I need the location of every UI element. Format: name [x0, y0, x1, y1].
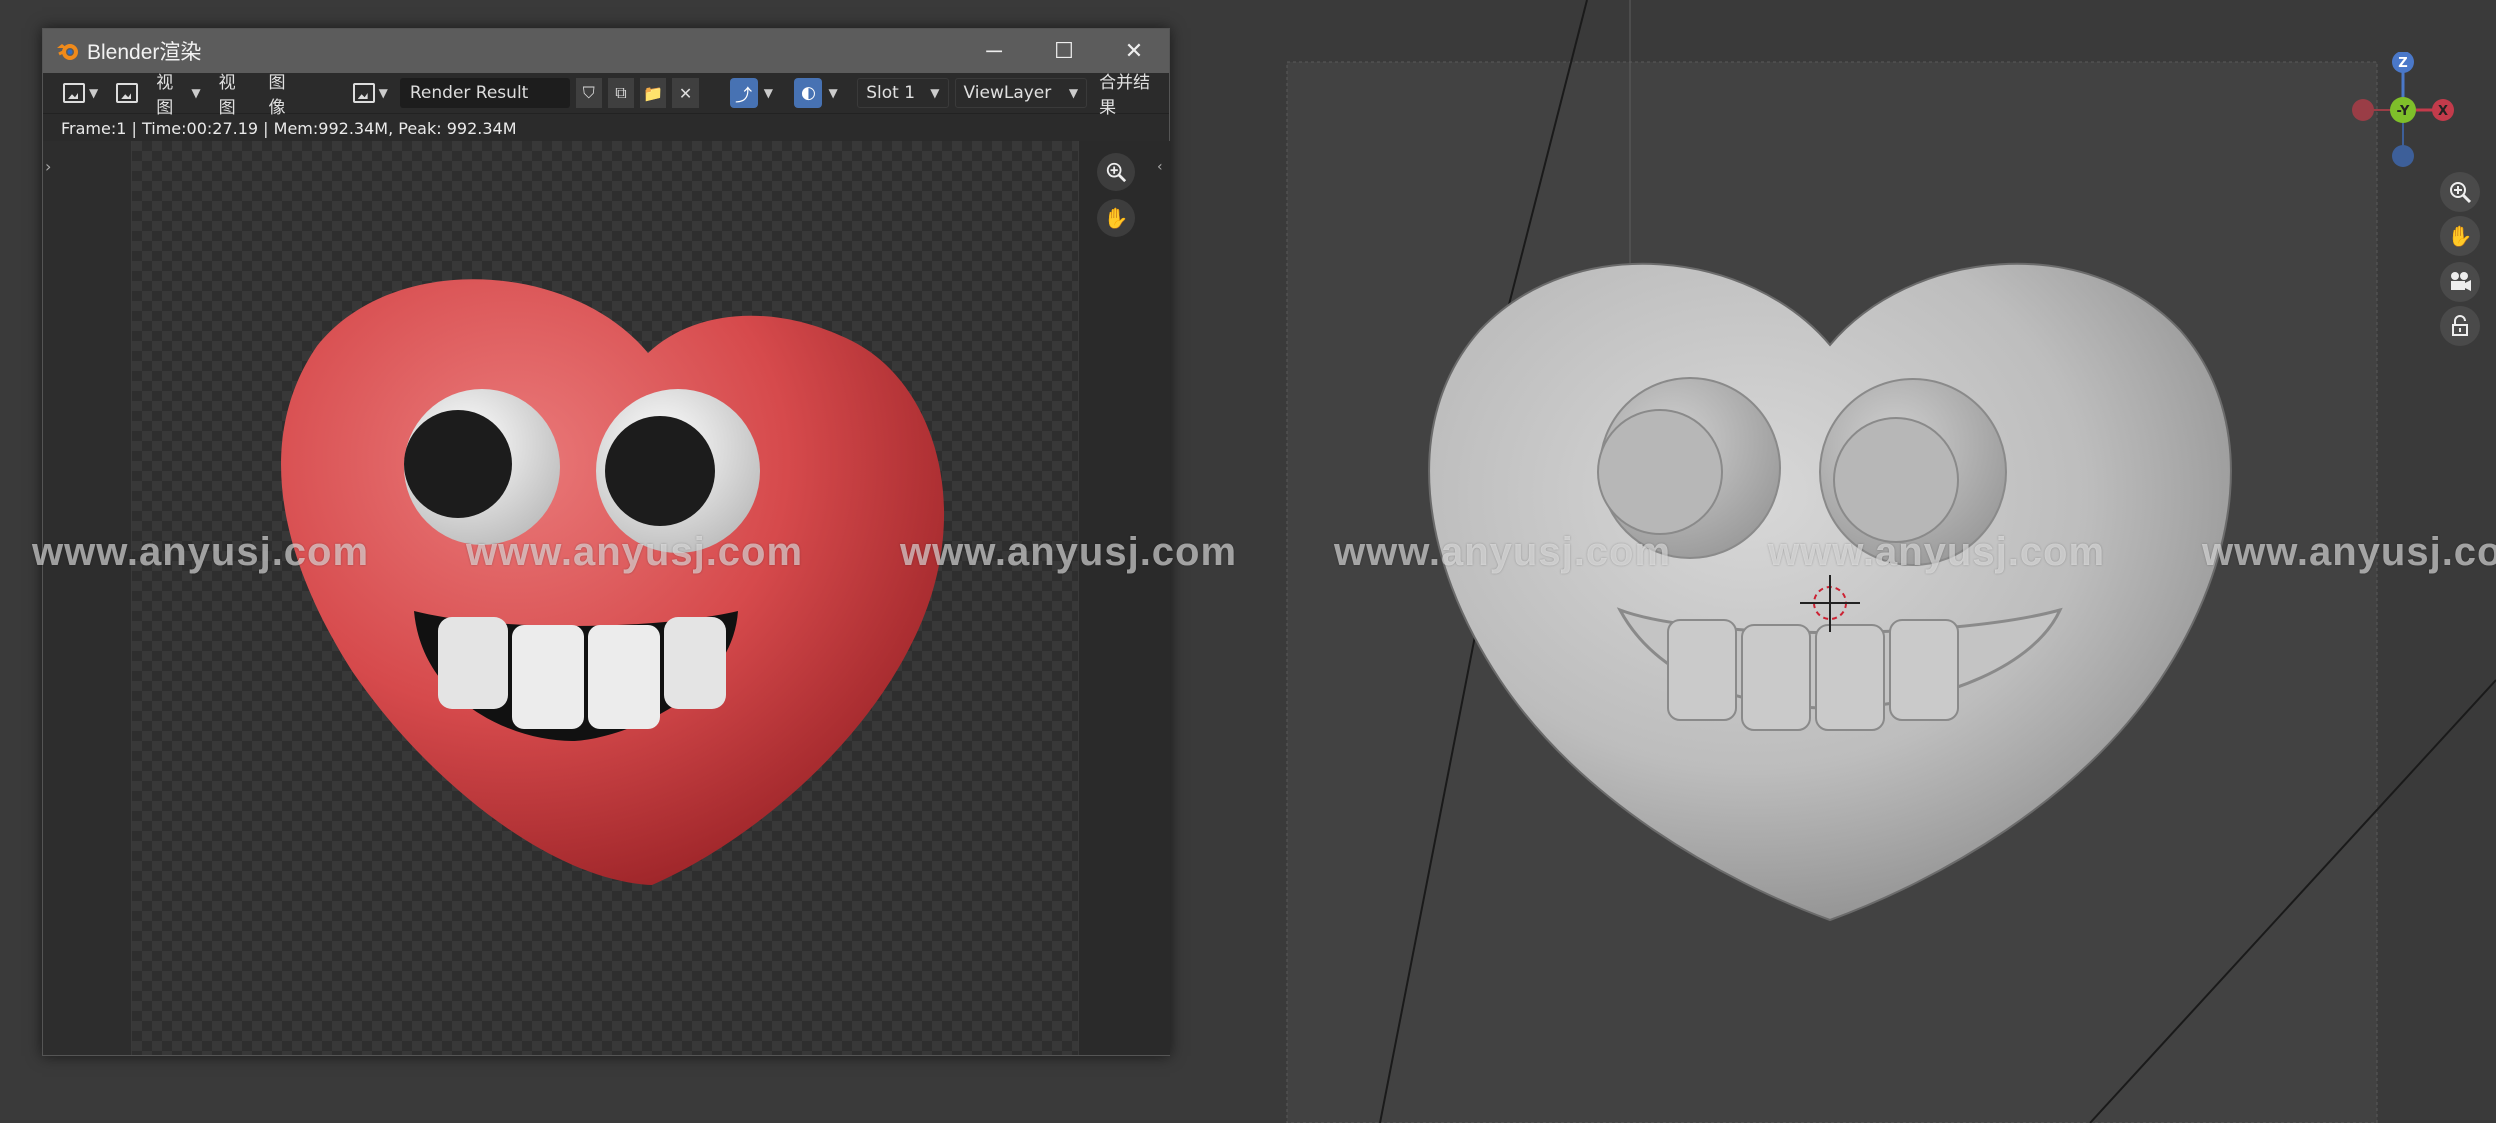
render-image-area[interactable]: › ✋ ‹ [43, 141, 1170, 1055]
zoom-icon[interactable] [2440, 172, 2480, 212]
zoom-icon[interactable] [1097, 153, 1135, 191]
watermark-text: www.anyusj.com [32, 530, 370, 574]
watermark-text: www.anyusj.com [900, 530, 1238, 574]
composite-result-dropdown[interactable]: 合并结果 [1093, 73, 1169, 118]
image-name-field[interactable]: Render Result [399, 78, 570, 108]
chevron-down-icon: ▼ [378, 86, 388, 100]
view-menu-label: 视图 [156, 73, 174, 118]
slot-dropdown[interactable]: Slot 1 ▼ [857, 78, 949, 108]
render-result-image [281, 279, 945, 886]
close-button[interactable]: ✕ [1099, 29, 1169, 73]
composite-label: 合并结果 [1099, 73, 1151, 118]
transparency-checker [132, 141, 1078, 1055]
display-channels-icon[interactable]: ◐ [794, 78, 823, 108]
image-browse-button[interactable]: ▼ [347, 78, 394, 108]
gizmo-x-label: X [2438, 104, 2448, 119]
chevron-down-icon: ▼ [930, 86, 940, 100]
window-titlebar[interactable]: Blender渲染 ─ ☐ ✕ [43, 29, 1169, 73]
watermark-text: www.anyusj.com [1334, 530, 1672, 574]
lock-icon[interactable] [2440, 306, 2480, 346]
hand-pan-icon[interactable]: ✋ [2440, 216, 2480, 256]
maximize-button[interactable]: ☐ [1029, 29, 1099, 73]
image-menu-label: 图像 [268, 73, 286, 118]
folder-icon[interactable]: 📁 [640, 78, 667, 108]
scopes-curve-icon[interactable]: ⤴ [729, 78, 758, 108]
minimize-button[interactable]: ─ [959, 29, 1029, 73]
watermark-text: www.anyusj.com [1768, 530, 2106, 574]
navigation-gizmo[interactable]: Z X -Y [2348, 52, 2458, 182]
chevron-down-icon: ▼ [89, 86, 99, 100]
gizmo-y-label: -Y [2397, 104, 2410, 119]
duplicate-icon[interactable]: ⧉ [607, 78, 635, 108]
window-title: Blender渲染 [87, 41, 202, 64]
chevron-down-icon[interactable]: ▼ [828, 86, 837, 100]
image-menu[interactable]: 图像 [263, 73, 307, 118]
image-browse-icon [352, 83, 375, 103]
view-mode-icon [116, 83, 139, 103]
chevron-down-icon: ▼ [1068, 86, 1079, 100]
watermark-text: www.anyusj.com [466, 530, 804, 574]
red-heart [281, 279, 945, 886]
image-editor-header: ▼ 视图 ▼ 视图 图像 ▼ Render Result ⛉ ⧉ 📁 ✕ ⤴ ▼… [43, 73, 1169, 118]
sidebar-region: ✋ ‹ [1078, 141, 1170, 1055]
gizmo-z-label: Z [2398, 56, 2407, 71]
unlink-close-icon[interactable]: ✕ [672, 78, 699, 108]
watermark-text: www.anyusj.com [2202, 530, 2496, 574]
slot-label: Slot 1 [866, 83, 916, 103]
view-layer-label: ViewLayer [963, 83, 1052, 103]
image-editor-icon [63, 83, 85, 103]
chevron-down-icon[interactable]: ▼ [764, 86, 773, 100]
camera-icon[interactable] [2440, 262, 2480, 302]
mode-button[interactable] [110, 78, 144, 108]
view-layer-dropdown[interactable]: ViewLayer ▼ [954, 78, 1088, 108]
chevron-down-icon: ▼ [191, 86, 201, 100]
editor-type-button[interactable]: ▼ [57, 78, 104, 108]
hand-pan-icon[interactable]: ✋ [1097, 199, 1135, 237]
expand-arrow-icon[interactable]: › [45, 157, 51, 176]
blender-logo-icon [57, 44, 78, 60]
view-menu-label-2: 视图 [218, 73, 236, 118]
tool-shelf[interactable]: › [43, 141, 132, 1055]
sidebar-toggle-arrow-icon[interactable]: ‹ [1157, 159, 1163, 175]
view-menu-dropdown[interactable]: 视图 ▼ [150, 73, 206, 118]
fake-user-shield-icon[interactable]: ⛉ [575, 78, 602, 108]
render-status-text: Frame:1 | Time:00:27.19 | Mem:992.34M, P… [43, 114, 1169, 142]
view-menu[interactable]: 视图 [213, 73, 257, 118]
